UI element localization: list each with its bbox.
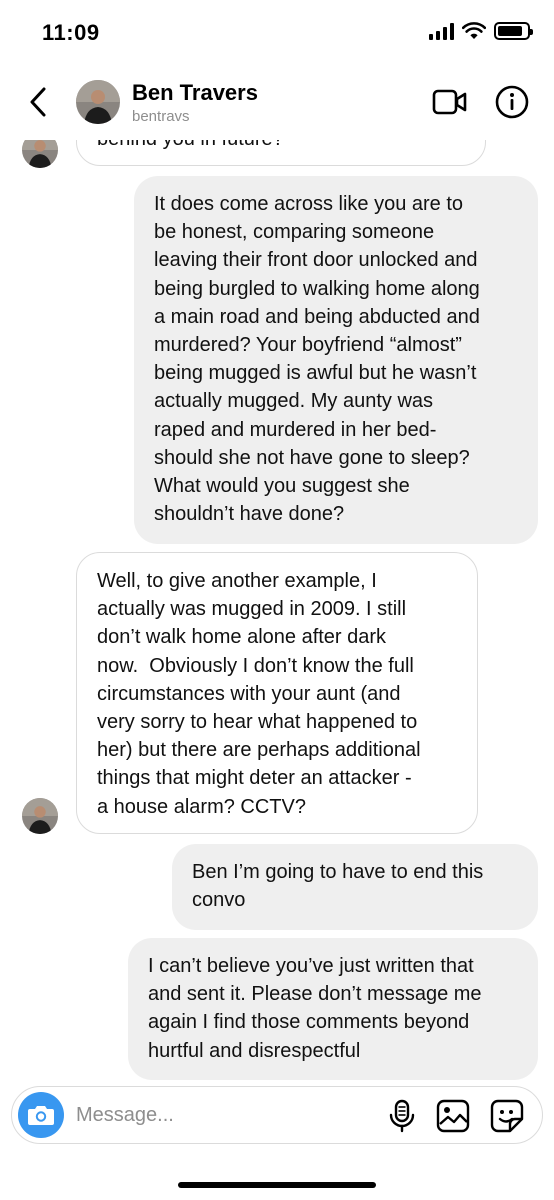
message-bubble-outgoing[interactable]: Ben I’m going to have to end this convo	[172, 844, 538, 930]
contact-username[interactable]: bentravs	[132, 108, 190, 125]
info-icon	[495, 85, 529, 119]
message-text-line: raped and murdered in her bed-	[154, 418, 437, 441]
battery-level	[498, 26, 522, 36]
cellular-signal-icon	[429, 22, 454, 40]
status-time: 11:09	[42, 20, 100, 45]
message-input[interactable]	[76, 1099, 376, 1131]
message-text-line: again I find those comments beyond	[148, 1011, 470, 1034]
message-text-line: should she not have gone to sleep?	[154, 446, 470, 469]
message-text-line: being mugged is awful but he wasn’t	[154, 362, 477, 385]
message-text-line: her) but there are perhaps additional	[97, 739, 421, 762]
message-text-line: actually mugged. My aunty was	[154, 390, 434, 413]
message-text-line: be honest, comparing someone	[154, 221, 435, 244]
wifi-icon	[462, 22, 486, 39]
message-text-line: behind you in future?	[97, 140, 465, 153]
message-text-line: and sent it. Please don’t message me	[148, 983, 482, 1006]
message-text-line: It does come across like you are to	[154, 193, 464, 215]
camera-button[interactable]	[18, 1092, 64, 1138]
microphone-icon	[389, 1099, 415, 1133]
gallery-icon	[436, 1099, 470, 1133]
video-call-icon	[432, 89, 467, 115]
message-text-line: very sorry to hear what happened to	[97, 711, 418, 734]
avatar[interactable]	[22, 798, 58, 834]
message-text-line: What would you suggest she	[154, 475, 410, 498]
message-text-line: now. Obviously I don’t know the full	[97, 654, 414, 677]
message-bubble-incoming[interactable]: Well, to give another example, I actually…	[76, 552, 478, 834]
contact-name[interactable]: Ben Travers	[132, 80, 258, 106]
message-text-line: leaving their front door unlocked and	[154, 249, 478, 272]
message-text-line: Ben I’m going to have to end this	[192, 861, 484, 883]
message-bubble-outgoing[interactable]: It does come across like you are to be ho…	[134, 176, 538, 544]
message-text-line: a house alarm? CCTV?	[97, 795, 306, 818]
avatar-photo	[22, 798, 58, 834]
message-text-line: being burgled to walking home along	[154, 277, 480, 300]
avatar-photo	[76, 80, 120, 124]
message-text-line: things that might deter an attacker -	[97, 767, 412, 790]
status-icons	[429, 22, 533, 40]
message-text-line: shouldn’t have done?	[154, 503, 345, 526]
battery-icon	[494, 22, 533, 40]
gallery-button[interactable]	[436, 1099, 470, 1133]
message-text-line: murdered? Your boyfriend “almost”	[154, 334, 462, 357]
camera-icon	[28, 1106, 54, 1125]
message-composer	[11, 1086, 543, 1144]
sticker-icon	[490, 1099, 524, 1133]
back-button[interactable]	[22, 82, 54, 122]
message-text-line: a main road and being abducted and	[154, 305, 480, 328]
message-bubble-outgoing[interactable]: I can’t believe you’ve just written that…	[128, 938, 538, 1080]
avatar-photo	[22, 140, 58, 168]
avatar[interactable]	[22, 140, 58, 168]
avatar[interactable]	[76, 80, 120, 124]
conversation-header: Ben Travers bentravs	[0, 66, 554, 140]
message-text-line: I can’t believe you’ve just written that	[148, 955, 474, 977]
voice-message-button[interactable]	[388, 1099, 416, 1133]
message-bubble-incoming[interactable]: behind you in future?	[76, 140, 486, 166]
message-text-line: don’t walk home alone after dark	[97, 626, 387, 649]
message-text-line: actually was mugged in 2009. I still	[97, 598, 407, 621]
message-thread[interactable]: behind you in future? It does come acros…	[0, 140, 554, 1084]
message-text-line: Well, to give another example, I	[97, 570, 377, 592]
message-text-line: circumstances with your aunt (and	[97, 682, 401, 705]
status-bar: 11:09	[0, 0, 554, 66]
info-button[interactable]	[494, 84, 530, 120]
back-chevron-icon	[30, 87, 46, 117]
sticker-button[interactable]	[490, 1099, 524, 1133]
message-text-line: hurtful and disrespectful	[148, 1039, 361, 1062]
message-text-line: convo	[192, 889, 246, 912]
video-call-button[interactable]	[432, 86, 468, 118]
home-indicator[interactable]	[178, 1182, 376, 1188]
